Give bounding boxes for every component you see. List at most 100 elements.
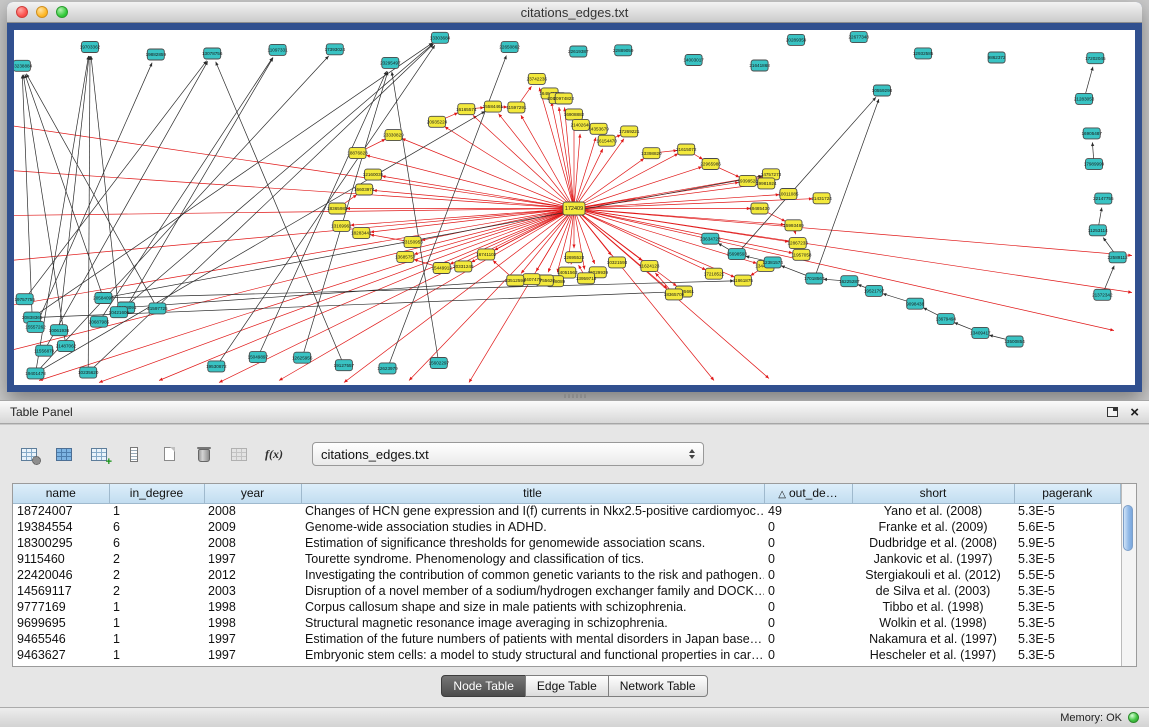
graph-edge[interactable] xyxy=(450,209,574,265)
graph-edge[interactable] xyxy=(574,139,624,209)
graph-edge[interactable] xyxy=(279,209,574,381)
cell-name[interactable]: 9115460 xyxy=(13,551,109,567)
cell-pagerank[interactable]: 5.5E-5 xyxy=(1014,567,1121,583)
cell-short[interactable]: Hescheler et al. (1997) xyxy=(852,647,1014,663)
cell-in_degree[interactable]: 1 xyxy=(109,503,204,519)
table-row[interactable]: 977716911998Corpus callosum shape and si… xyxy=(13,599,1121,615)
cell-out_degree[interactable]: 0 xyxy=(764,519,852,535)
graph-edge[interactable] xyxy=(103,281,734,298)
cell-name[interactable]: 18300295 xyxy=(13,535,109,551)
cell-out_degree[interactable]: 0 xyxy=(764,535,852,551)
scrollbar-thumb[interactable] xyxy=(1123,505,1133,551)
graph-edge[interactable] xyxy=(26,74,157,309)
cell-pagerank[interactable]: 5.3E-5 xyxy=(1014,599,1121,615)
table-row[interactable]: 1456911722003Disruption of a novel membe… xyxy=(13,583,1121,599)
minimize-button[interactable] xyxy=(36,6,48,18)
cell-name[interactable]: 9463627 xyxy=(13,647,109,663)
cell-title[interactable]: Estimation of significance thresholds fo… xyxy=(301,535,764,551)
new-table-icon[interactable] xyxy=(156,441,182,467)
cell-out_degree[interactable]: 0 xyxy=(764,567,852,583)
cell-in_degree[interactable]: 6 xyxy=(109,535,204,551)
cell-name[interactable]: 9699695 xyxy=(13,615,109,631)
cell-in_degree[interactable]: 2 xyxy=(109,567,204,583)
splitter-handle[interactable] xyxy=(564,394,586,398)
graph-edge[interactable] xyxy=(366,155,574,208)
graph-edge[interactable] xyxy=(421,209,574,241)
graph-edge[interactable] xyxy=(14,209,574,351)
graph-edge[interactable] xyxy=(392,72,439,363)
cell-out_degree[interactable]: 0 xyxy=(764,583,852,599)
graph-edge[interactable] xyxy=(119,44,433,313)
column-header-in_degree[interactable]: in_degree xyxy=(109,484,204,503)
graph-edge[interactable] xyxy=(126,58,273,308)
column-header-title[interactable]: title xyxy=(301,484,764,503)
cell-year[interactable]: 1998 xyxy=(204,599,301,615)
graph-edge[interactable] xyxy=(382,176,574,208)
cell-year[interactable]: 1998 xyxy=(204,615,301,631)
function-builder-icon[interactable]: f(x) xyxy=(261,441,287,467)
table-mode-icon[interactable] xyxy=(16,441,42,467)
cell-pagerank[interactable]: 5.3E-5 xyxy=(1014,503,1121,519)
graph-edge[interactable] xyxy=(574,137,596,208)
cell-pagerank[interactable]: 5.3E-5 xyxy=(1014,631,1121,647)
graph-edge[interactable] xyxy=(216,62,344,365)
cell-short[interactable]: Franke et al. (2009) xyxy=(852,519,1014,535)
graph-edge[interactable] xyxy=(574,209,714,381)
cell-out_degree[interactable]: 0 xyxy=(764,615,852,631)
table-row[interactable]: 946362711997Embryonic stem cells: a mode… xyxy=(13,647,1121,663)
graph-edge[interactable] xyxy=(574,209,793,254)
select-columns-icon[interactable] xyxy=(51,441,77,467)
new-column-icon[interactable] xyxy=(86,441,112,467)
table-row[interactable]: 1872400712008Changes of HCN gene express… xyxy=(13,503,1121,519)
cell-name[interactable]: 14569117 xyxy=(13,583,109,599)
network-canvas[interactable]: 1724091948543015993489128672331195705813… xyxy=(14,30,1135,385)
graph-edge[interactable] xyxy=(344,209,574,383)
delete-table-icon[interactable] xyxy=(191,441,217,467)
close-button[interactable] xyxy=(16,6,28,18)
cell-pagerank[interactable]: 5.3E-5 xyxy=(1014,615,1121,631)
table-row[interactable]: 911546021997Tourette syndrome. Phenomeno… xyxy=(13,551,1121,567)
cell-name[interactable]: 19384554 xyxy=(13,519,109,535)
cell-pagerank[interactable]: 5.3E-5 xyxy=(1014,647,1121,663)
graph-edge[interactable] xyxy=(814,99,879,279)
graph-edge[interactable] xyxy=(302,72,388,358)
table-row[interactable]: 969969511998Structural magnetic resonanc… xyxy=(13,615,1121,631)
cell-pagerank[interactable]: 5.9E-5 xyxy=(1014,535,1121,551)
cell-in_degree[interactable]: 2 xyxy=(109,583,204,599)
cell-year[interactable]: 2008 xyxy=(204,503,301,519)
cell-short[interactable]: de Silva et al. (2003) xyxy=(852,583,1014,599)
cell-title[interactable]: Tourette syndrome. Phenomenology and cla… xyxy=(301,551,764,567)
graph-edge[interactable] xyxy=(499,114,575,209)
cell-short[interactable]: Yano et al. (2008) xyxy=(852,503,1014,519)
cell-pagerank[interactable]: 5.3E-5 xyxy=(1014,551,1121,567)
cell-title[interactable]: Changes of HCN gene expression and I(f) … xyxy=(301,503,764,519)
cell-year[interactable]: 2008 xyxy=(204,535,301,551)
cell-title[interactable]: Embryonic stem cells: a model to study s… xyxy=(301,647,764,663)
cell-in_degree[interactable]: 2 xyxy=(109,551,204,567)
cell-short[interactable]: Tibbo et al. (1998) xyxy=(852,599,1014,615)
cell-out_degree[interactable]: 0 xyxy=(764,647,852,663)
cell-title[interactable]: Investigating the contribution of common… xyxy=(301,567,764,583)
graph-edge[interactable] xyxy=(25,61,207,300)
graph-edge[interactable] xyxy=(402,139,574,209)
column-header-name[interactable]: name xyxy=(13,484,109,503)
graph-edge[interactable] xyxy=(22,75,32,318)
graph-edge[interactable] xyxy=(574,167,702,209)
cell-title[interactable]: Estimation of the future numbers of pati… xyxy=(301,631,764,647)
column-header-out_degree[interactable]: △out_de… xyxy=(764,484,852,503)
cell-year[interactable]: 2012 xyxy=(204,567,301,583)
tab-edge-table[interactable]: Edge Table xyxy=(525,675,609,697)
zoom-button[interactable] xyxy=(56,6,68,18)
column-header-pagerank[interactable]: pagerank xyxy=(1014,484,1121,503)
graph-edge[interactable] xyxy=(473,115,574,208)
graph-edge[interactable] xyxy=(574,176,762,209)
column-header-short[interactable]: short xyxy=(852,484,1014,503)
cell-name[interactable]: 9777169 xyxy=(13,599,109,615)
cell-out_degree[interactable]: 49 xyxy=(764,503,852,519)
cell-in_degree[interactable]: 1 xyxy=(109,615,204,631)
tab-node-table[interactable]: Node Table xyxy=(441,675,526,697)
cell-year[interactable]: 1997 xyxy=(204,631,301,647)
graph-edge[interactable] xyxy=(99,209,574,383)
table-scrollbar[interactable] xyxy=(1121,484,1136,666)
cell-short[interactable]: Wolkin et al. (1998) xyxy=(852,615,1014,631)
